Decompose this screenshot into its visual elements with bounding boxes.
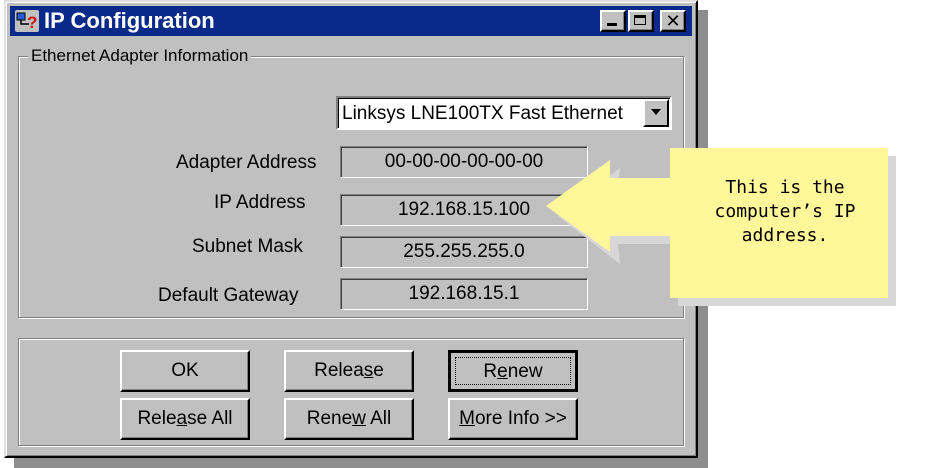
callout-line-1: This is the [725,177,845,198]
callout-line-3: address. [741,225,829,246]
callout-line-2: computer’s IP [714,201,856,222]
callout-text: This is the computer’s IP address. [692,176,878,248]
